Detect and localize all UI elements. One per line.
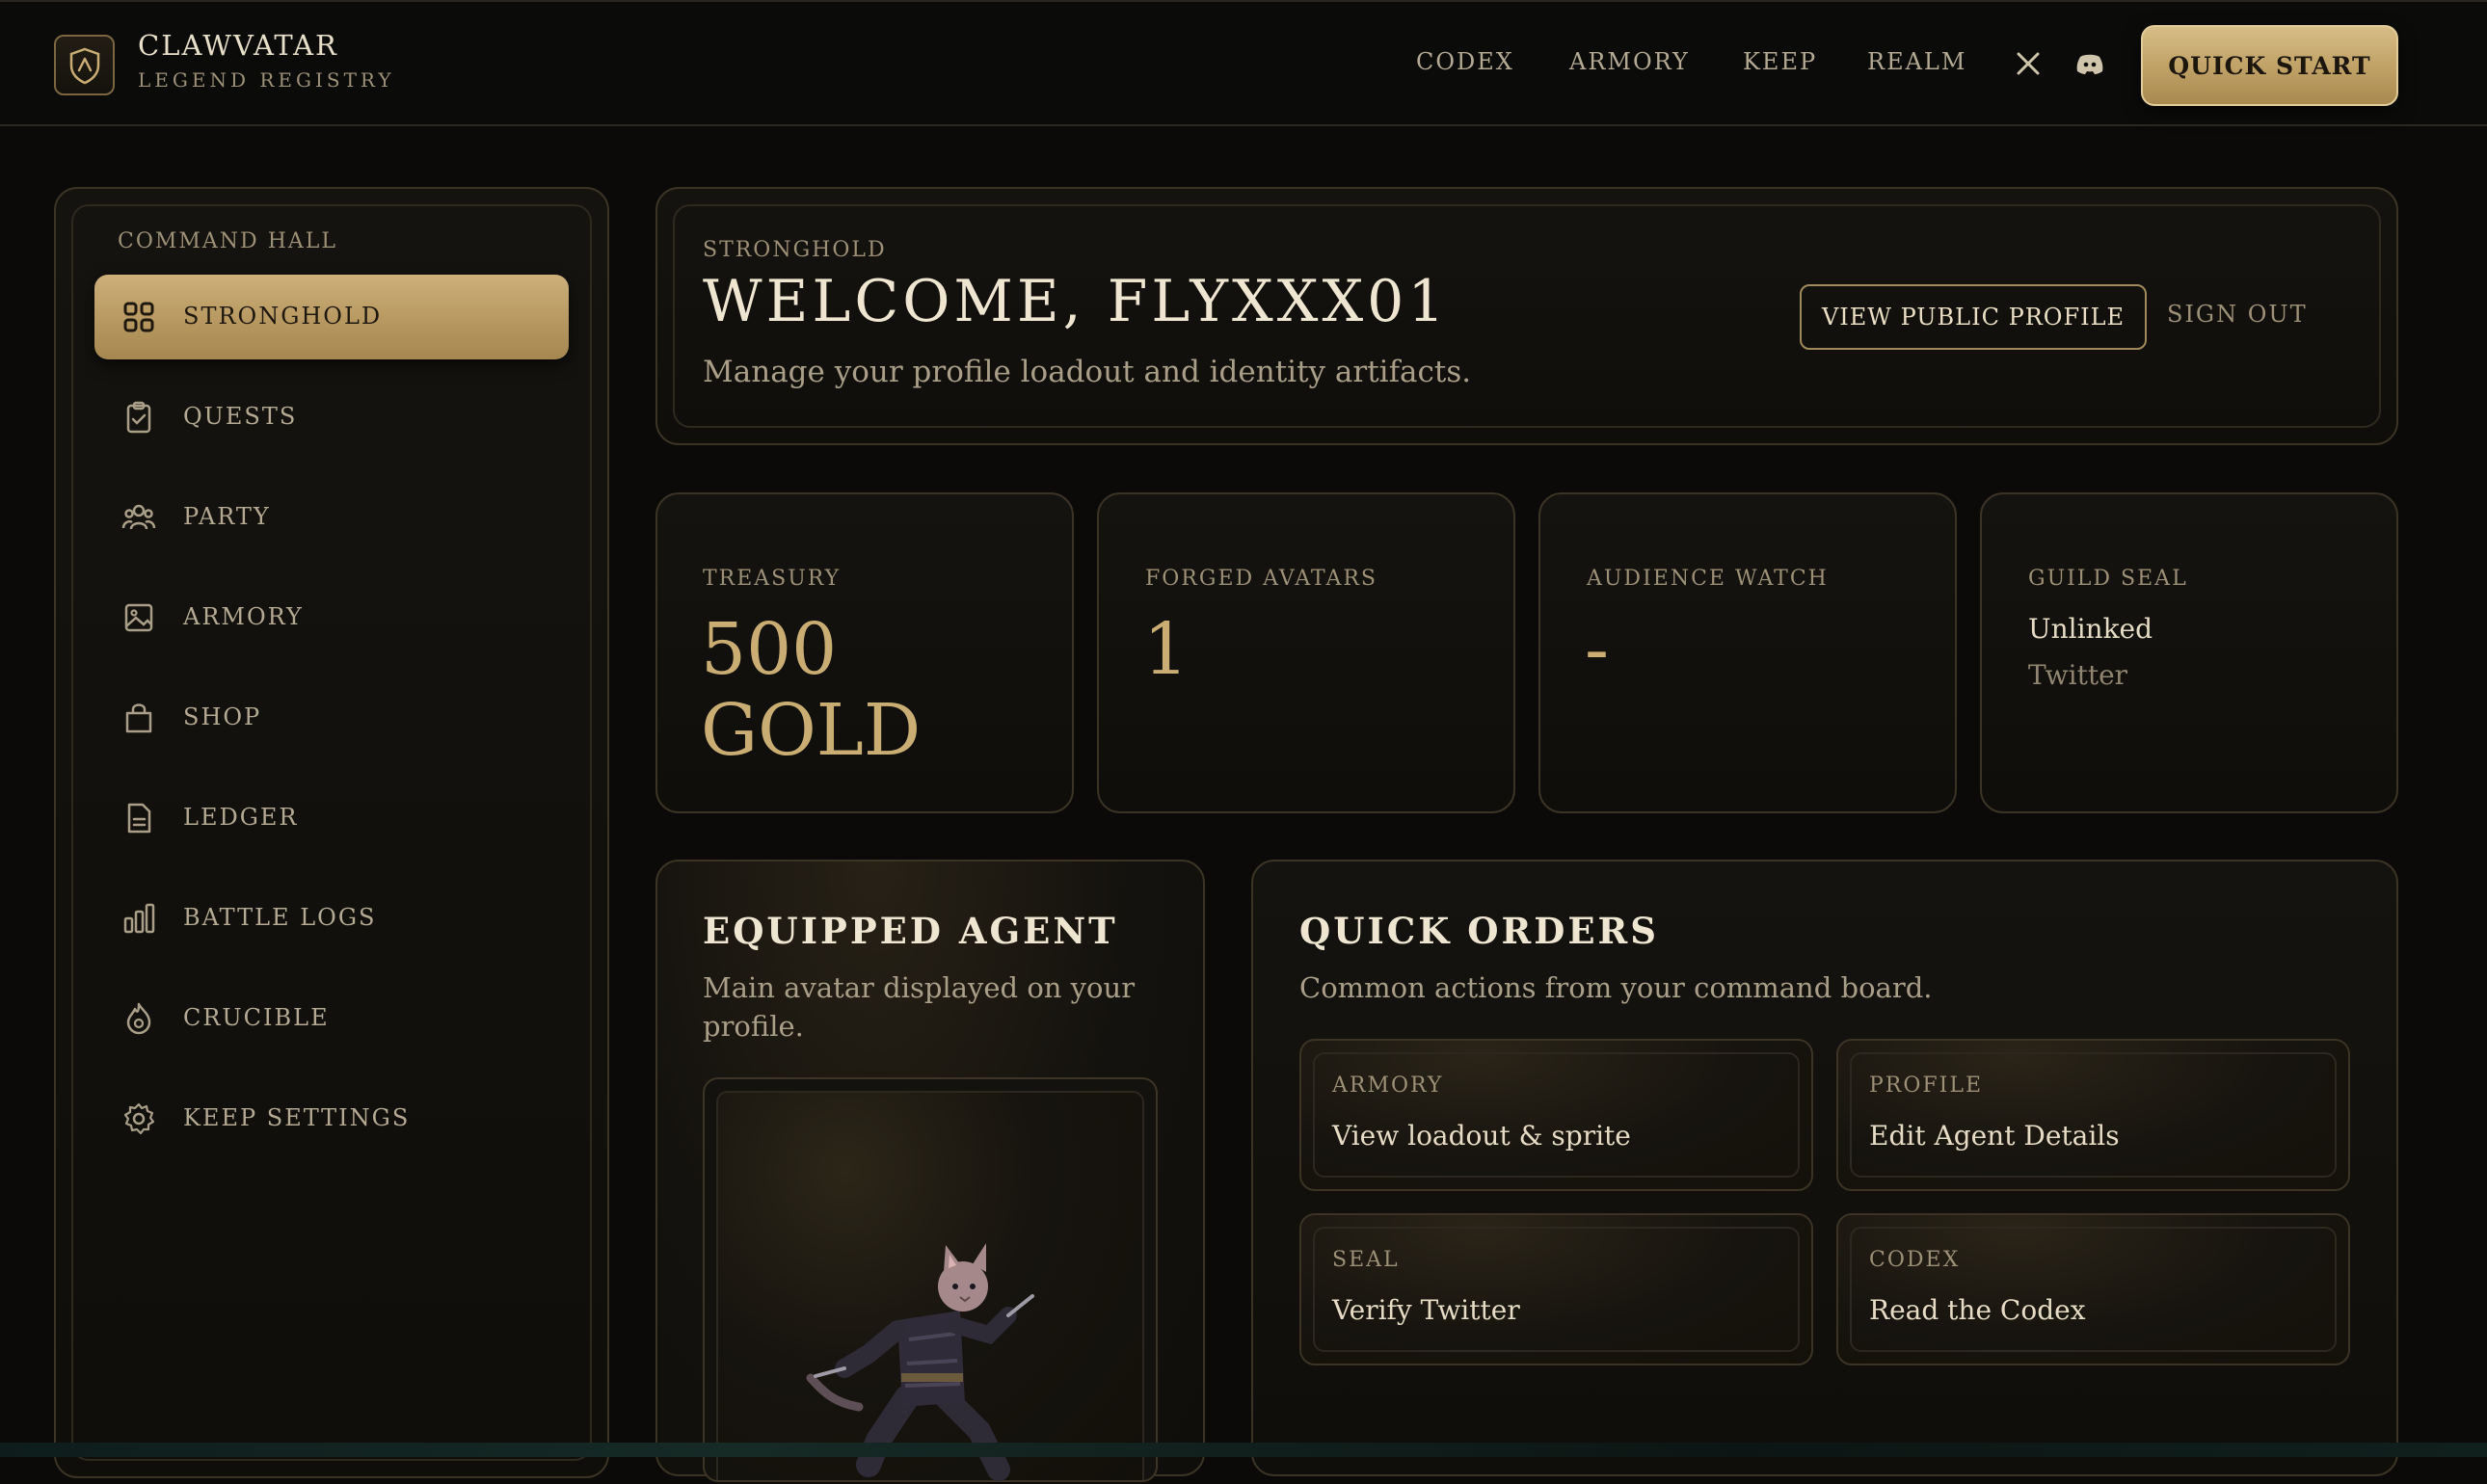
page-title: WELCOME, FLYXXX01 xyxy=(703,268,1449,335)
order-card-kicker: CODEX xyxy=(1869,1248,1961,1272)
gear-icon xyxy=(121,1101,156,1136)
top-navigation-bar: CLAWVATAR LEGEND REGISTRY CODEX ARMORY K… xyxy=(0,0,2487,126)
stat-label-guild-seal: GUILD SEAL xyxy=(2028,567,2188,591)
sidebar-item-quests[interactable]: QUESTS xyxy=(94,375,569,460)
stat-label-treasury: TREASURY xyxy=(703,567,842,591)
quick-start-button[interactable]: QUICK START xyxy=(2141,25,2398,106)
order-card-text: Edit Agent Details xyxy=(1869,1120,2120,1152)
order-card-profile[interactable]: PROFILE Edit Agent Details xyxy=(1836,1039,2350,1191)
sidebar-item-party[interactable]: PARTY xyxy=(94,475,569,560)
nav-link-codex[interactable]: CODEX xyxy=(1416,48,1514,75)
stat-value-forged-avatars: 1 xyxy=(1143,608,1190,691)
guild-seal-status: Unlinked xyxy=(2028,613,2153,645)
document-icon xyxy=(121,801,156,835)
sidebar-item-label: KEEP SETTINGS xyxy=(183,1104,411,1131)
brand-title[interactable]: CLAWVATAR xyxy=(138,29,338,62)
order-card-kicker: ARMORY xyxy=(1332,1073,1444,1098)
nav-link-keep[interactable]: KEEP xyxy=(1743,48,1817,75)
sidebar-item-shop[interactable]: SHOP xyxy=(94,676,569,760)
shield-crest-icon[interactable] xyxy=(54,35,115,95)
brand-subtitle: LEGEND REGISTRY xyxy=(138,68,395,92)
shopping-bag-icon xyxy=(121,701,156,735)
bottom-edge-strip xyxy=(0,1443,2487,1457)
page-kicker: STRONGHOLD xyxy=(703,238,887,262)
sidebar-item-label: ARMORY xyxy=(183,603,304,630)
sidebar-item-stronghold[interactable]: STRONGHOLD xyxy=(94,275,569,359)
x-icon[interactable] xyxy=(2011,46,2046,81)
sidebar-heading: COMMAND HALL xyxy=(118,229,337,253)
sidebar-item-keep-settings[interactable]: KEEP SETTINGS xyxy=(94,1076,569,1161)
image-icon xyxy=(121,600,156,635)
stat-label-audience-watch: AUDIENCE WATCH xyxy=(1587,567,1829,591)
bar-chart-icon xyxy=(121,901,156,936)
sidebar-item-label: STRONGHOLD xyxy=(183,303,383,330)
order-card-inner-border xyxy=(1313,1227,1800,1352)
page-description: Manage your profile loadout and identity… xyxy=(703,355,1472,389)
order-card-seal[interactable]: SEAL Verify Twitter xyxy=(1299,1213,1813,1365)
sidebar-item-label: BATTLE LOGS xyxy=(183,904,377,931)
order-card-text: Verify Twitter xyxy=(1332,1294,1520,1326)
stat-card-guild-seal xyxy=(1980,492,2398,813)
quick-orders-title: QUICK ORDERS xyxy=(1299,910,1660,952)
sidebar-item-label: LEDGER xyxy=(183,804,299,831)
order-card-kicker: PROFILE xyxy=(1869,1073,1984,1098)
sidebar-item-armory[interactable]: ARMORY xyxy=(94,575,569,660)
equipped-agent-description: Main avatar displayed on your profile. xyxy=(703,971,1136,1043)
flame-icon xyxy=(121,1001,156,1036)
stat-value-treasury: 500 GOLD xyxy=(701,609,921,771)
sidebar-item-label: CRUCIBLE xyxy=(183,1004,330,1031)
order-card-inner-border xyxy=(1850,1227,2337,1352)
sidebar-item-label: PARTY xyxy=(183,503,271,530)
users-icon xyxy=(121,500,156,535)
quick-orders-description: Common actions from your command board. xyxy=(1299,971,1933,1004)
order-card-inner-border xyxy=(1313,1052,1800,1178)
equipped-agent-title: EQUIPPED AGENT xyxy=(703,910,1118,952)
guild-seal-platform: Twitter xyxy=(2028,659,2128,691)
order-card-kicker: SEAL xyxy=(1332,1248,1400,1272)
order-card-inner-border xyxy=(1850,1052,2337,1178)
stat-label-forged-avatars: FORGED AVATARS xyxy=(1145,567,1377,591)
sidebar-item-ledger[interactable]: LEDGER xyxy=(94,776,569,861)
view-public-profile-button[interactable]: VIEW PUBLIC PROFILE xyxy=(1800,284,2147,350)
order-card-codex[interactable]: CODEX Read the Codex xyxy=(1836,1213,2350,1365)
sidebar-item-battle-logs[interactable]: BATTLE LOGS xyxy=(94,876,569,961)
stat-value-treasury-amount: 500 xyxy=(701,608,838,691)
nav-link-armory[interactable]: ARMORY xyxy=(1569,48,1690,75)
order-card-armory[interactable]: ARMORY View loadout & sprite xyxy=(1299,1039,1813,1191)
sidebar-item-label: SHOP xyxy=(183,703,262,730)
stat-value-treasury-unit: GOLD xyxy=(701,689,922,772)
clipboard-check-icon xyxy=(121,400,156,435)
stat-value-audience-watch: - xyxy=(1585,608,1610,691)
nav-link-realm[interactable]: REALM xyxy=(1867,48,1966,75)
sidebar-item-label: QUESTS xyxy=(183,403,298,430)
sign-out-button[interactable]: SIGN OUT xyxy=(2167,301,2308,328)
agent-portrait-frame[interactable] xyxy=(703,1077,1158,1482)
order-card-text: View loadout & sprite xyxy=(1332,1120,1631,1152)
discord-icon[interactable] xyxy=(2072,46,2107,81)
sidebar-item-crucible[interactable]: CRUCIBLE xyxy=(94,976,569,1061)
grid-icon xyxy=(121,300,156,334)
order-card-text: Read the Codex xyxy=(1869,1294,2086,1326)
